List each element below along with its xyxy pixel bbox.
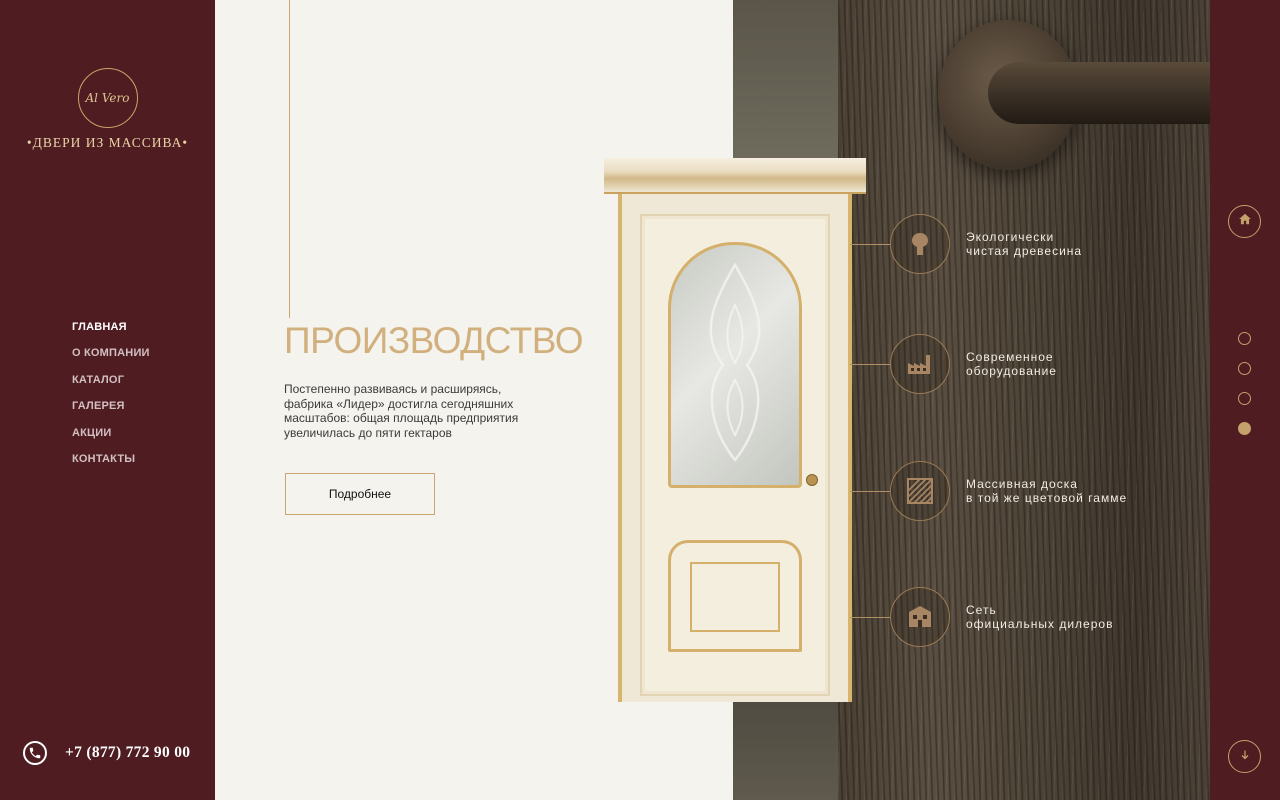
factory-icon <box>890 334 950 394</box>
logo[interactable]: Al Vero •ДВЕРИ ИЗ МАССИВА• <box>0 68 215 151</box>
page-title: ПРОИЗВОДСТВО <box>284 320 583 361</box>
nav-item-about[interactable]: О КОМПАНИИ <box>72 346 150 372</box>
slide-dot-3[interactable] <box>1238 392 1251 405</box>
feature-subtitle: чистая древесина <box>966 244 1083 258</box>
door-knob <box>806 474 818 486</box>
slide-dot-2[interactable] <box>1238 362 1251 375</box>
door-image <box>604 158 866 702</box>
home-icon <box>1238 212 1252 231</box>
feature-text: Сеть официальных дилеров <box>966 603 1113 632</box>
nav-item-promotions[interactable]: АКЦИИ <box>72 426 150 452</box>
arrow-down-icon <box>1239 748 1251 766</box>
feature-subtitle: оборудование <box>966 364 1057 378</box>
feature-equipment: Современное оборудование <box>850 334 1057 394</box>
slide-dot-1[interactable] <box>1238 332 1251 345</box>
glass-ornament <box>709 262 761 463</box>
connector-line <box>850 243 890 245</box>
main-nav: ГЛАВНАЯ О КОМПАНИИ КАТАЛОГ ГАЛЕРЕЯ АКЦИИ… <box>72 320 150 478</box>
tree-icon <box>890 214 950 274</box>
door-handle-lever <box>988 62 1210 124</box>
phone-number[interactable]: +7 (877) 772 90 00 <box>65 744 190 762</box>
section-description: Постепенно развиваясь и расширяясь, фабр… <box>284 382 519 440</box>
feature-title: Массивная доска <box>966 476 1078 491</box>
store-icon <box>890 587 950 647</box>
nav-item-gallery[interactable]: ГАЛЕРЕЯ <box>72 399 150 425</box>
feature-title: Современное <box>966 349 1054 364</box>
feature-text: Массивная доска в той же цветовой гамме <box>966 477 1127 506</box>
nav-item-catalog[interactable]: КАТАЛОГ <box>72 373 150 399</box>
feature-eco-wood: Экологически чистая древесина <box>850 214 1082 274</box>
nav-item-home[interactable]: ГЛАВНАЯ <box>72 320 150 346</box>
feature-title: Экологически <box>966 229 1055 244</box>
door-cornice <box>604 158 866 194</box>
feature-text: Экологически чистая древесина <box>966 230 1082 259</box>
more-button[interactable]: Подробнее <box>285 473 435 515</box>
phone-icon <box>23 741 47 765</box>
door-panel-inner <box>690 562 780 632</box>
home-button[interactable] <box>1228 205 1261 238</box>
feature-text: Современное оборудование <box>966 350 1057 379</box>
feature-solid-board: Массивная доска в той же цветовой гамме <box>850 461 1127 521</box>
wood-board-icon <box>890 461 950 521</box>
feature-subtitle: в той же цветовой гамме <box>966 491 1128 505</box>
feature-title: Сеть <box>966 602 997 617</box>
logo-tagline: •ДВЕРИ ИЗ МАССИВА• <box>26 135 189 150</box>
decorative-line <box>289 0 290 318</box>
slide-dot-4[interactable] <box>1238 422 1251 435</box>
connector-line <box>850 363 890 365</box>
feature-dealers: Сеть официальных дилеров <box>850 587 1113 647</box>
phone-contact[interactable]: +7 (877) 772 90 00 <box>23 741 190 765</box>
scroll-down-button[interactable] <box>1228 740 1261 773</box>
logo-mark: Al Vero <box>77 68 138 128</box>
nav-item-contacts[interactable]: КОНТАКТЫ <box>72 452 150 478</box>
connector-line <box>850 490 890 492</box>
left-sidebar: Al Vero •ДВЕРИ ИЗ МАССИВА• ГЛАВНАЯ О КОМ… <box>0 0 215 800</box>
door-glass <box>668 242 802 488</box>
connector-line <box>850 616 890 618</box>
feature-subtitle: официальных дилеров <box>966 617 1114 631</box>
